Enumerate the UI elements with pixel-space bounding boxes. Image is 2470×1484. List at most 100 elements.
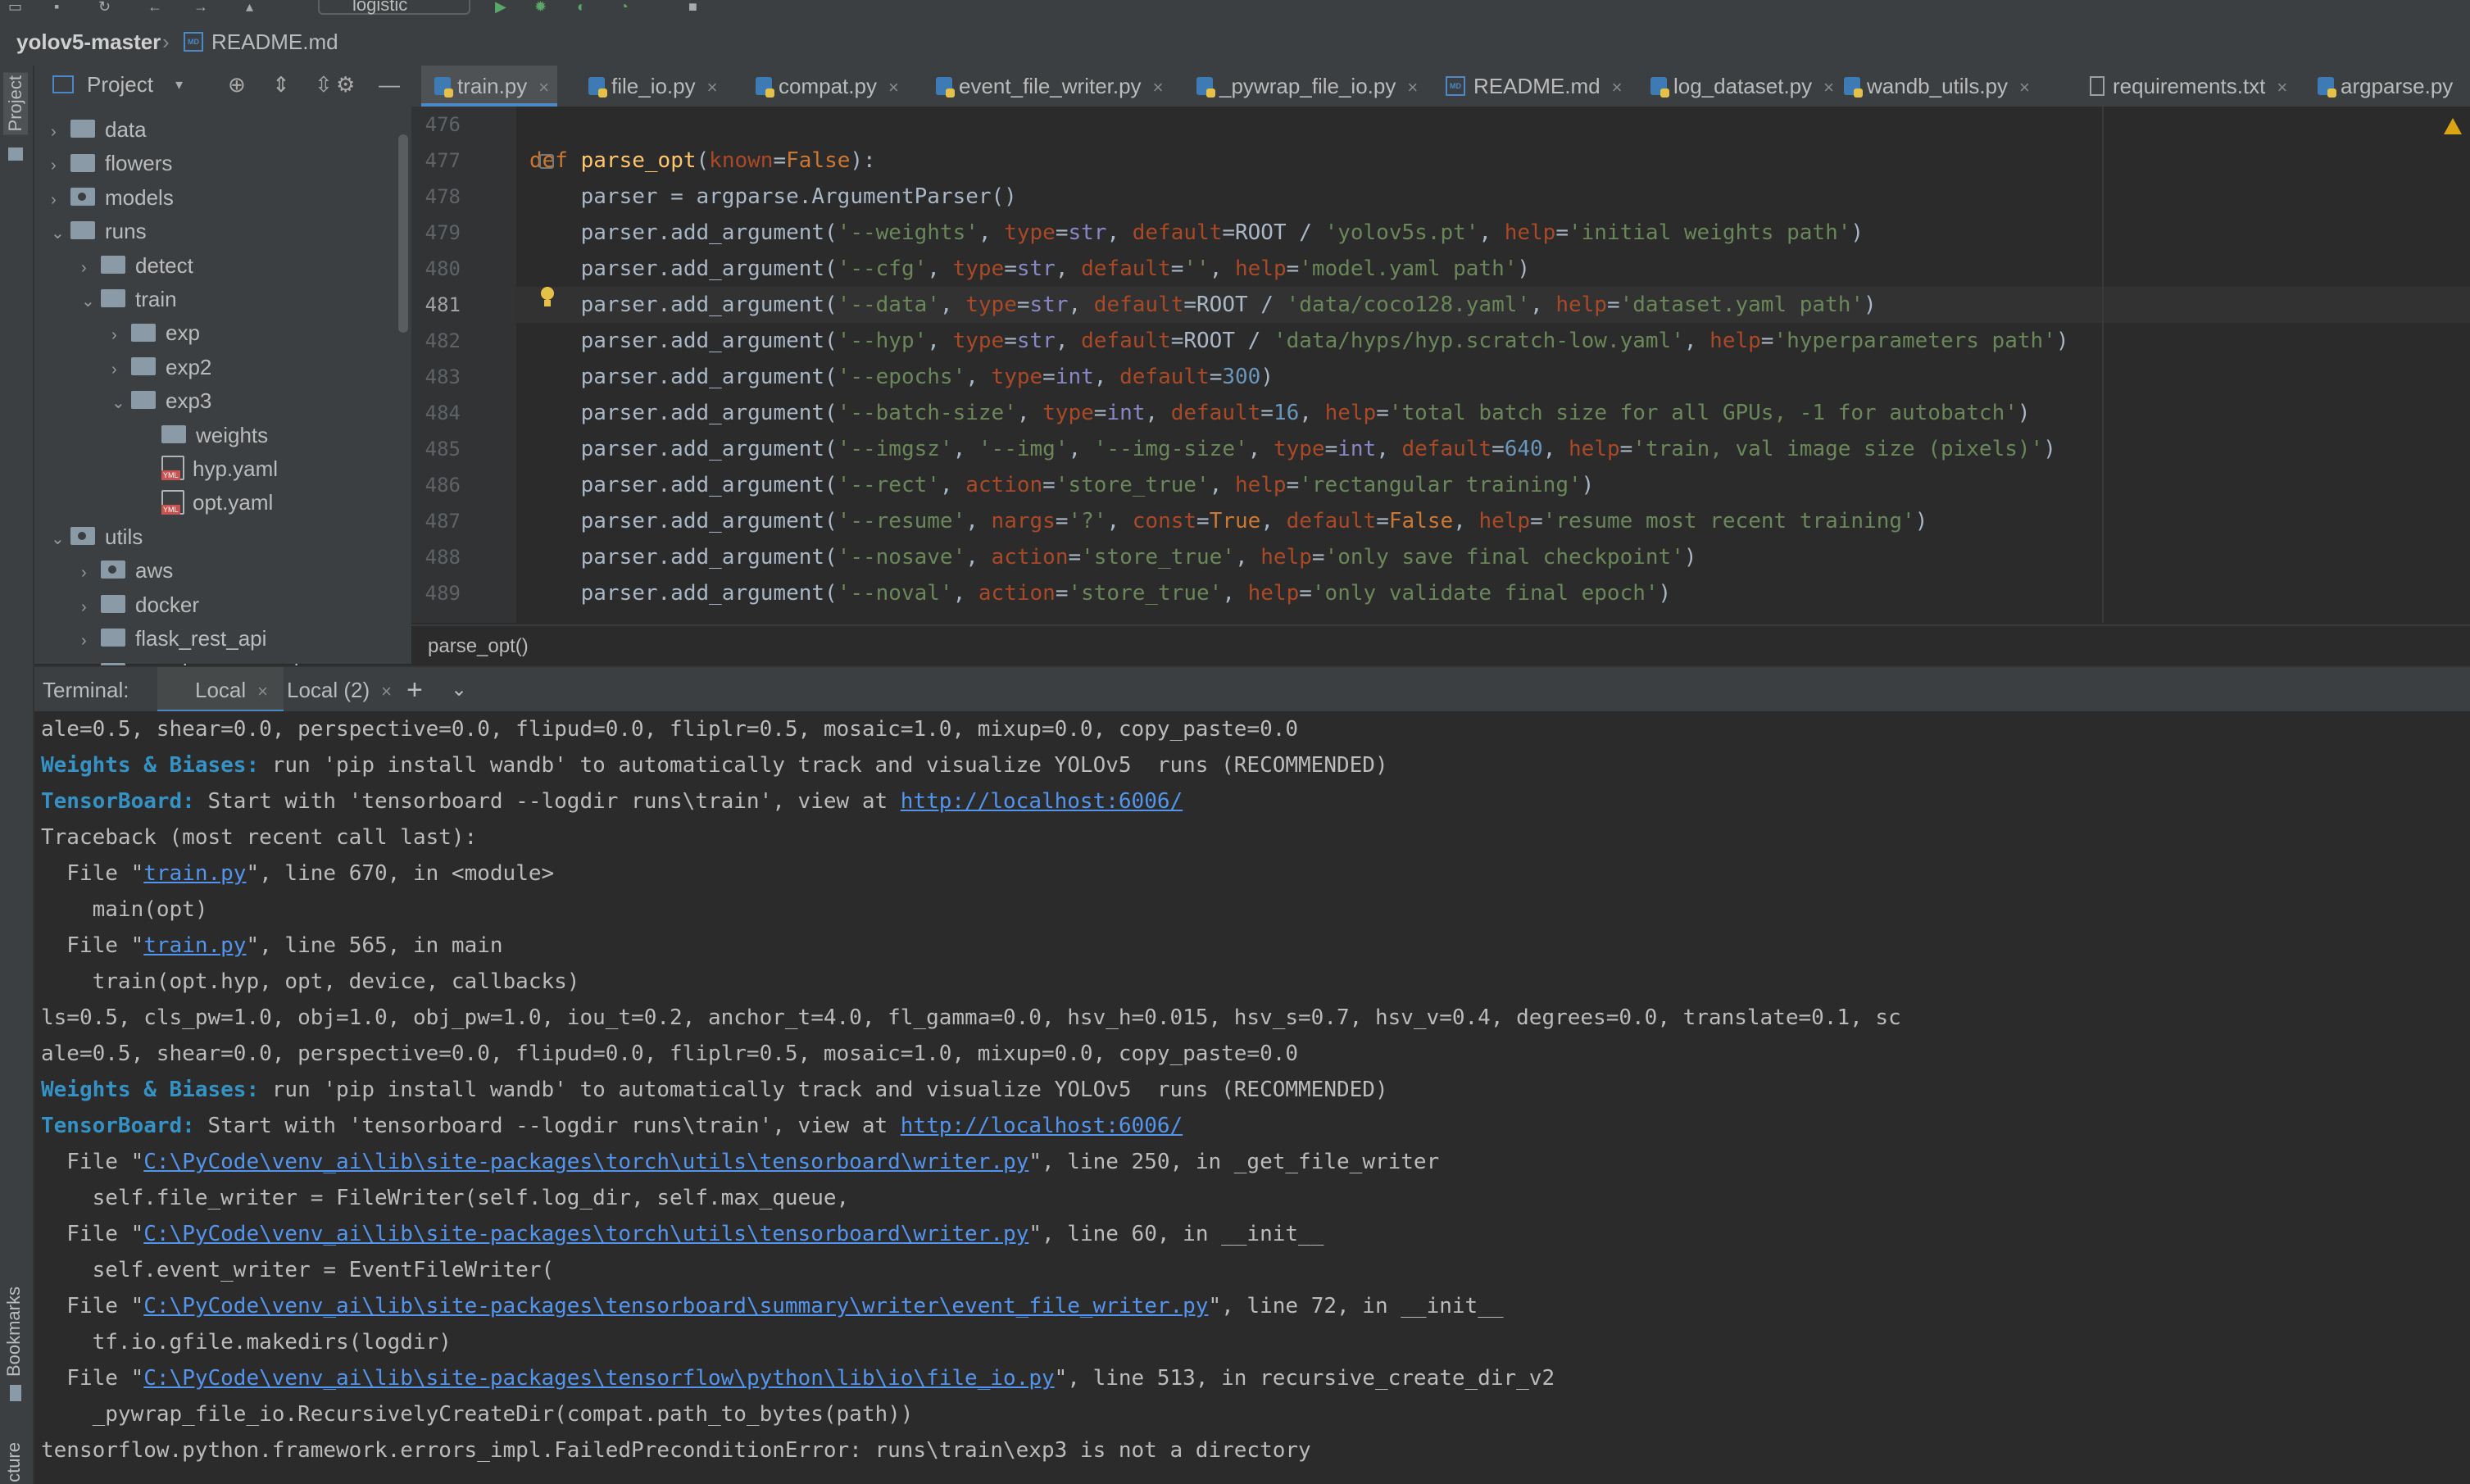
chevron-icon[interactable]: › [111, 353, 131, 386]
terminal-text: self.file_writer = FileWriter(self.log_d… [41, 1186, 850, 1210]
hide-panel-icon[interactable]: — [379, 66, 400, 103]
code-editor[interactable]: def parse_opt(known=False): parser = arg… [516, 107, 2470, 623]
terminal-tab-local[interactable]: Local × [157, 667, 284, 713]
chevron-icon[interactable]: ⌄ [111, 387, 131, 420]
terminal-text: ale=0.5, shear=0.0, perspective=0.0, fli… [41, 717, 1299, 742]
close-icon[interactable]: × [1407, 67, 1418, 108]
editor-tab[interactable]: train.py × [421, 66, 558, 108]
chevron-icon[interactable]: › [81, 556, 101, 589]
back-icon[interactable]: ← [148, 0, 162, 14]
tree-item[interactable]: › docker [81, 588, 199, 621]
close-icon[interactable]: × [1153, 67, 1164, 108]
tree-item[interactable]: ⌄ runs [51, 215, 147, 247]
breadcrumb-file[interactable]: MD README.md [184, 18, 338, 66]
expand-all-icon[interactable]: ⇕ [272, 66, 290, 103]
editor-tab[interactable]: argparse.py [2304, 66, 2461, 107]
chevron-down-icon[interactable]: ▾ [175, 66, 183, 103]
close-icon[interactable]: × [538, 67, 549, 108]
tree-item[interactable]: opt.yaml [142, 486, 273, 519]
chevron-icon[interactable]: › [51, 116, 70, 148]
run-icon[interactable]: ▶ [495, 0, 506, 14]
tree-item[interactable]: › flowers [51, 147, 172, 179]
code-token: , [1683, 329, 1710, 353]
tree-item[interactable]: › data [51, 113, 147, 146]
tree-item[interactable]: ⌄ exp3 [111, 384, 211, 417]
editor-tab[interactable]: file_io.py × [575, 66, 725, 107]
chevron-down-icon[interactable]: ⌄ [451, 667, 467, 713]
lightbulb-icon[interactable] [541, 287, 554, 300]
chevron-icon[interactable]: › [111, 319, 131, 352]
chevron-icon[interactable]: › [51, 149, 70, 182]
terminal-link[interactable]: C:\PyCode\venv_ai\lib\site-packages\torc… [143, 1150, 1028, 1174]
coverage-icon[interactable]: ◐ [577, 0, 586, 14]
terminal-link[interactable]: C:\PyCode\venv_ai\lib\site-packages\tens… [143, 1366, 1054, 1391]
user-icon[interactable]: ▴ [246, 0, 253, 14]
close-icon[interactable]: × [257, 669, 268, 715]
code-token: nargs [991, 509, 1056, 533]
python-file-icon [1196, 77, 1215, 98]
gear-icon[interactable]: ⚙ [336, 66, 355, 103]
close-icon[interactable]: × [381, 669, 392, 715]
breadcrumb-function[interactable]: parse_opt() [428, 626, 529, 667]
tree-item[interactable]: › exp [111, 316, 200, 349]
tree-item[interactable]: › exp2 [111, 351, 211, 383]
chevron-icon[interactable]: › [51, 184, 70, 216]
terminal-tab-local-2[interactable]: Local (2) × [270, 667, 392, 713]
project-tool-button[interactable]: Project [3, 72, 28, 135]
tree-item[interactable]: › models [51, 181, 174, 214]
terminal-link[interactable]: train.py [143, 861, 246, 886]
chevron-icon[interactable]: ⌄ [81, 285, 101, 318]
chevron-icon[interactable]: ⌄ [51, 217, 70, 250]
chevron-icon[interactable]: › [81, 624, 101, 657]
tree-item[interactable]: ⌄ train [81, 283, 177, 315]
debug-icon[interactable]: ✹ [534, 0, 547, 14]
sync-icon[interactable]: ↻ [98, 0, 111, 14]
python-file-icon [2318, 77, 2336, 98]
editor-tab[interactable]: log_dataset.py × [1637, 66, 1842, 107]
tree-item[interactable]: ⌄ utils [51, 520, 143, 553]
editor-tab[interactable]: wandb_utils.py × [1831, 66, 2038, 107]
open-icon[interactable]: ▭ [8, 0, 22, 14]
terminal-link[interactable]: http://localhost:6006/ [901, 789, 1183, 814]
close-icon[interactable]: × [707, 67, 718, 108]
new-terminal-icon[interactable]: + [406, 667, 423, 713]
editor-tab[interactable]: event_file_writer.py × [923, 66, 1171, 107]
project-view-selector[interactable]: Project [87, 66, 153, 103]
tree-item[interactable]: › flask_rest_api [81, 622, 266, 655]
chevron-icon[interactable]: › [81, 252, 101, 284]
collapse-all-icon[interactable]: ⇳ [315, 66, 333, 103]
editor-tab[interactable]: requirements.txt × [2077, 66, 2295, 107]
terminal-link[interactable]: http://localhost:6006/ [901, 1114, 1183, 1138]
warning-icon[interactable] [2444, 118, 2462, 134]
editor-tab[interactable]: MD README.md × [1433, 66, 1630, 107]
breadcrumb-project[interactable]: yolov5-master [16, 18, 161, 66]
project-scrollbar[interactable] [398, 134, 408, 333]
tree-item[interactable]: › detect [81, 249, 193, 282]
chevron-icon[interactable]: ⌄ [51, 523, 70, 556]
chevron-icon[interactable]: › [81, 591, 101, 624]
close-icon[interactable]: × [2019, 67, 2030, 108]
editor-tab-label: event_file_writer.py [959, 74, 1142, 98]
close-icon[interactable]: × [888, 67, 899, 108]
terminal-link[interactable]: train.py [143, 933, 246, 958]
tree-item[interactable]: › aws [81, 554, 173, 587]
terminal-link[interactable]: C:\PyCode\venv_ai\lib\site-packages\tens… [143, 1294, 1208, 1318]
tree-item[interactable]: weights [142, 419, 268, 452]
terminal-output[interactable]: ale=0.5, shear=0.0, perspective=0.0, fli… [34, 711, 2470, 1484]
fold-icon[interactable] [539, 154, 554, 169]
save-icon[interactable]: ▪ [54, 0, 59, 14]
run-config-select[interactable]: logistic [318, 0, 470, 15]
structure-tool-button[interactable]: cture [3, 1442, 25, 1482]
forward-icon[interactable]: → [193, 0, 208, 14]
stop-icon[interactable]: ■ [688, 0, 697, 14]
editor-tab[interactable]: compat.py × [742, 66, 907, 107]
locate-icon[interactable]: ⊕ [228, 66, 246, 103]
close-icon[interactable]: × [2277, 67, 2287, 108]
editor-tab[interactable]: _pywrap_file_io.py × [1183, 66, 1426, 107]
close-icon[interactable]: × [1612, 67, 1623, 108]
terminal-link[interactable]: C:\PyCode\venv_ai\lib\site-packages\torc… [143, 1222, 1028, 1246]
tree-item[interactable]: hyp.yaml [142, 452, 278, 485]
bookmarks-tool-button[interactable]: Bookmarks [3, 1287, 25, 1377]
code-token: help [1555, 293, 1607, 317]
profile-icon[interactable]: ◔ [620, 0, 629, 14]
